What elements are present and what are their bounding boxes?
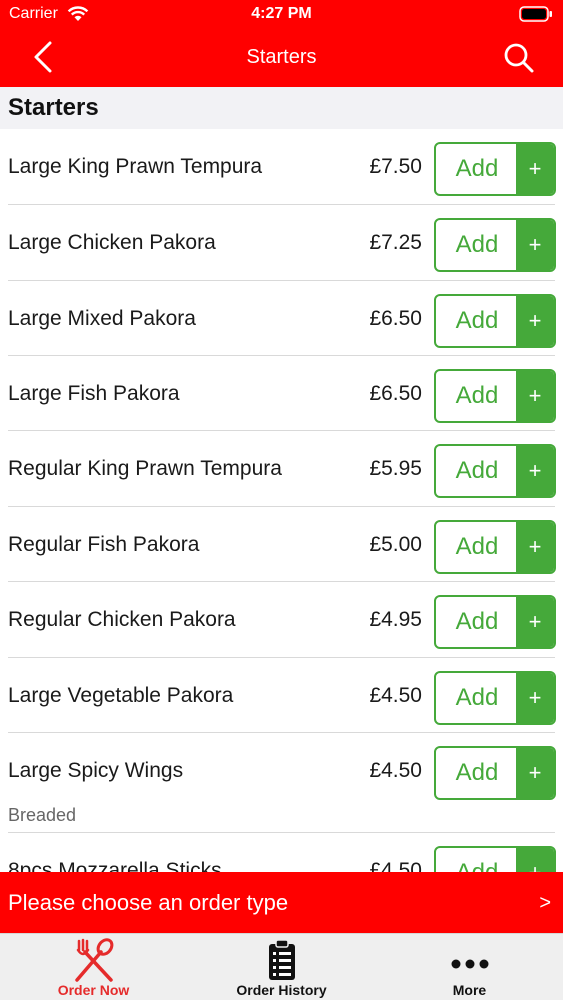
tab-label: More <box>452 982 487 998</box>
add-button[interactable]: Add + <box>434 846 556 872</box>
plus-icon: + <box>516 220 554 270</box>
item-name: Regular Fish Pakora <box>8 533 200 556</box>
tab-label: Order Now <box>57 982 130 998</box>
item-name: Large Mixed Pakora <box>8 307 196 330</box>
plus-icon: + <box>516 446 554 496</box>
chevron-right-icon: > <box>539 892 551 914</box>
item-name: Large Vegetable Pakora <box>8 684 234 707</box>
status-time: 4:27 PM <box>251 5 312 22</box>
add-button[interactable]: Add + <box>434 294 556 348</box>
add-button[interactable]: Add + <box>434 369 556 423</box>
item-price: £7.25 <box>369 231 422 254</box>
tab-more[interactable]: More <box>376 934 563 1000</box>
add-label: Add <box>455 457 499 484</box>
add-label: Add <box>455 155 499 182</box>
add-label: Add <box>455 608 499 635</box>
plus-icon: + <box>516 296 554 346</box>
add-button[interactable]: Add + <box>434 520 556 574</box>
add-label: Add <box>455 533 499 560</box>
item-name: 8pcs Mozzarella Sticks <box>8 859 222 872</box>
item-name: Large King Prawn Tempura <box>8 155 263 178</box>
fork-knife-icon <box>75 938 114 982</box>
list-item[interactable]: Large Mixed Pakora £6.50 Add + <box>0 281 563 356</box>
menu-list[interactable]: Large King Prawn Tempura £7.50 Add + Lar… <box>0 129 563 872</box>
item-price: £5.95 <box>369 457 422 480</box>
list-item[interactable]: Large Vegetable Pakora £4.50 Add + <box>0 658 563 733</box>
item-description: Breaded <box>8 805 77 825</box>
section-title: Starters <box>8 94 99 121</box>
list-item[interactable]: Large Spicy Wings Breaded £4.50 Add + <box>0 733 563 832</box>
add-button[interactable]: Add + <box>434 746 556 800</box>
item-price: £4.95 <box>369 608 422 631</box>
add-button[interactable]: Add + <box>434 595 556 649</box>
plus-icon: + <box>516 673 554 723</box>
list-item[interactable]: Regular Fish Pakora £5.00 Add + <box>0 507 563 582</box>
search-icon[interactable] <box>501 40 537 76</box>
item-name: Large Spicy Wings <box>8 759 184 782</box>
list-item[interactable]: Regular Chicken Pakora £4.95 Add + <box>0 582 563 657</box>
more-dots-icon <box>451 959 489 969</box>
item-price: £5.00 <box>369 533 422 556</box>
plus-icon: + <box>516 748 554 798</box>
plus-icon: + <box>516 848 554 872</box>
add-label: Add <box>455 382 499 409</box>
item-name: Large Fish Pakora <box>8 382 180 405</box>
add-label: Add <box>436 848 518 872</box>
section-header: Starters <box>0 87 563 129</box>
add-button[interactable]: Add + <box>434 671 556 725</box>
item-price: £4.50 <box>369 759 422 782</box>
clipboard-icon <box>269 939 295 980</box>
order-type-bar[interactable]: Please choose an order type > <box>0 872 563 933</box>
item-price: £4.50 <box>369 859 422 872</box>
item-price: £6.50 <box>369 382 422 405</box>
add-button[interactable]: Add + <box>434 142 556 196</box>
list-item[interactable]: Large King Prawn Tempura £7.50 Add + <box>0 129 563 204</box>
battery-icon <box>519 6 552 22</box>
status-bar: Carrier 4:27 PM <box>0 0 563 30</box>
item-price: £7.50 <box>369 155 422 178</box>
list-item[interactable]: Large Fish Pakora £6.50 Add + <box>0 356 563 431</box>
tab-order-now[interactable]: Order Now <box>0 934 187 1000</box>
tab-order-history[interactable]: Order History <box>188 934 375 1000</box>
add-label: Add <box>455 684 499 711</box>
item-price: £6.50 <box>369 307 422 330</box>
list-item[interactable]: Large Chicken Pakora £7.25 Add + <box>0 205 563 280</box>
top-bar: Carrier 4:27 PM Starters <box>0 0 563 87</box>
tab-bar: Order Now Order History More <box>0 933 563 1000</box>
list-item[interactable]: 8pcs Mozzarella Sticks £4.50 Add + <box>0 833 563 872</box>
item-name: Large Chicken Pakora <box>8 231 216 254</box>
page-title: Starters <box>246 46 317 68</box>
tab-label: Order History <box>236 982 327 998</box>
plus-icon: + <box>516 522 554 572</box>
plus-icon: + <box>516 371 554 421</box>
add-label: Add <box>455 759 499 786</box>
add-label: Add <box>455 307 499 334</box>
item-name: Regular Chicken Pakora <box>8 608 236 631</box>
list-item[interactable]: Regular King Prawn Tempura £5.95 Add + <box>0 431 563 506</box>
plus-icon: + <box>516 597 554 647</box>
add-label: Add <box>455 231 499 258</box>
item-price: £4.50 <box>369 684 422 707</box>
order-type-prompt: Please choose an order type <box>8 890 289 915</box>
add-button[interactable]: Add + <box>434 218 556 272</box>
plus-icon: + <box>516 144 554 194</box>
item-name: Regular King Prawn Tempura <box>8 457 282 480</box>
add-button[interactable]: Add + <box>434 444 556 498</box>
